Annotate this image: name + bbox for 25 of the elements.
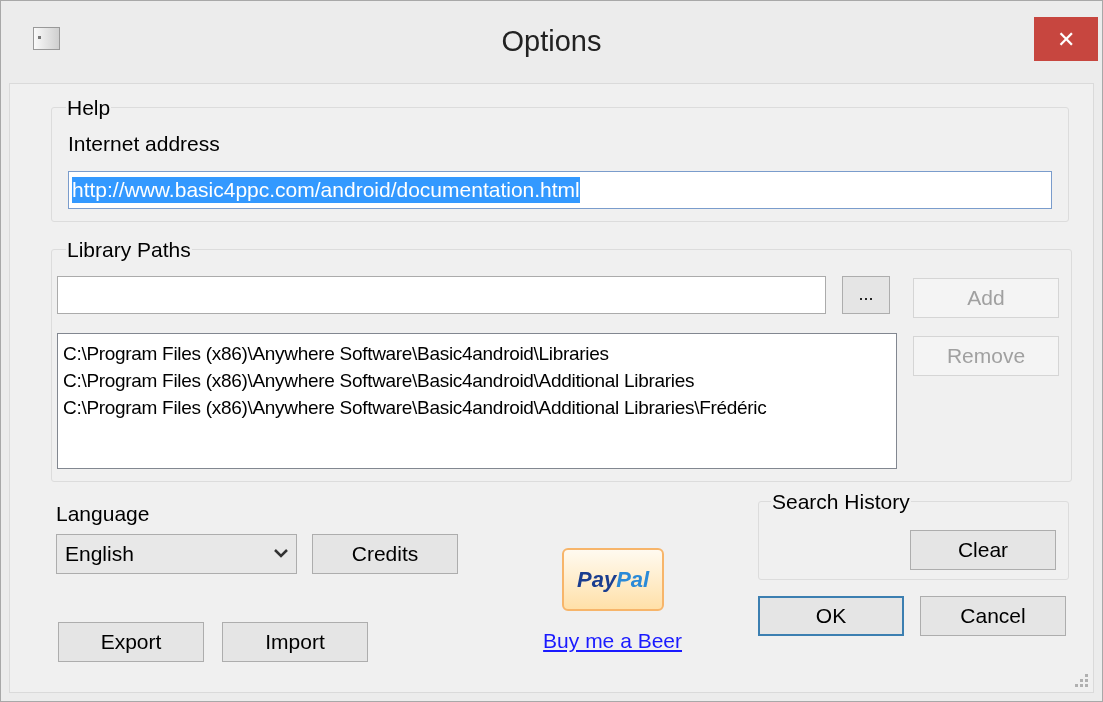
export-button[interactable]: Export [58, 621, 204, 662]
clear-button[interactable]: Clear [910, 529, 1056, 570]
resize-grip-icon [1075, 674, 1089, 688]
credits-button[interactable]: Credits [312, 533, 458, 574]
browse-button[interactable]: ... [842, 275, 890, 314]
field-label: Internet address [68, 130, 221, 157]
path-item[interactable]: C:\Program Files (x86)\Anywhere Software\Basic4android\Libraries [63, 339, 896, 367]
paypal-button[interactable]: PayPal [562, 548, 665, 611]
window-icon [33, 27, 60, 50]
address-value: http://www.basic4ppc.com/android/documentation.html [72, 177, 580, 203]
language-dropdown[interactable]: English [56, 533, 297, 574]
field-label: Language [56, 501, 151, 527]
group-legend: Help [66, 92, 112, 124]
ok-button[interactable]: OK [758, 596, 904, 636]
window-title: Options [501, 24, 602, 60]
path-item[interactable]: C:\Program Files (x86)\Anywhere Software\Basic4android\Additional Libraries [63, 366, 896, 394]
group-legend: Search History [771, 486, 911, 518]
import-button[interactable]: Import [222, 621, 368, 662]
group-legend: Library Paths [66, 234, 192, 266]
close-button[interactable]: ✕ [1034, 17, 1098, 61]
chevron-icon [274, 549, 288, 558]
beer-link[interactable]: Buy me a Beer [543, 625, 682, 657]
cancel-button[interactable]: Cancel [920, 596, 1066, 636]
path-item[interactable]: C:\Program Files (x86)\Anywhere Software\Basic4android\Additional Libraries\Frédéric [63, 393, 896, 421]
path-field[interactable] [57, 275, 826, 314]
